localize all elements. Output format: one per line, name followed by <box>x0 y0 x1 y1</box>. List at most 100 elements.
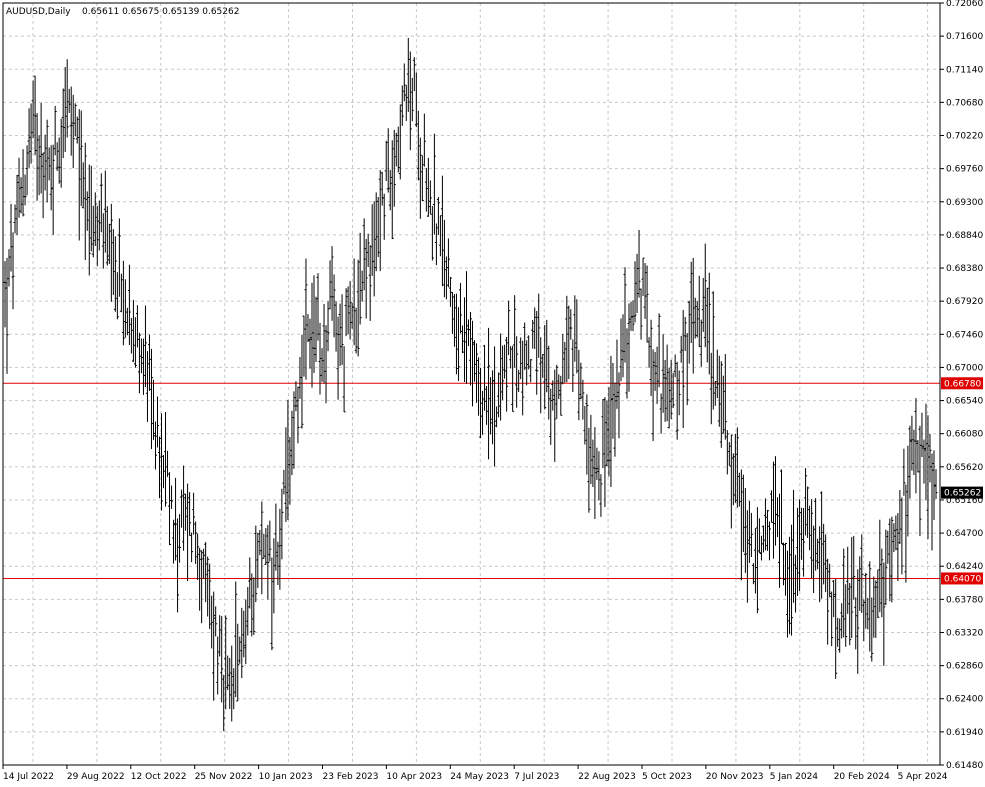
ohlc-bar <box>481 390 485 435</box>
price-chart[interactable]: 0.72060 0.71600 0.71140 0.70680 0.70220 0.697… <box>0 0 985 787</box>
ohlc-bar <box>107 223 111 264</box>
ohlc-bar <box>242 610 246 658</box>
ohlc-bar <box>117 218 121 297</box>
ohlc-bar <box>306 314 310 343</box>
ohlc-bar <box>23 174 27 206</box>
ohlc-bar <box>529 359 533 383</box>
ohlc-bar <box>687 300 691 364</box>
ohlc-bar <box>631 300 635 332</box>
ohlc-bar <box>178 514 182 563</box>
ohlc-bar <box>581 379 585 420</box>
ohlc-bar <box>196 533 200 580</box>
ohlc-bar <box>617 372 621 439</box>
ohlc-bar <box>39 102 43 194</box>
ohlc-bar <box>681 310 685 429</box>
ohlc-bar <box>499 333 503 421</box>
ohlc-bar <box>15 174 19 236</box>
ohlc-bar <box>368 244 372 321</box>
ohlc-bar <box>57 137 61 184</box>
ohlc-bar <box>386 128 390 193</box>
ohlc-bar <box>59 118 63 188</box>
ohlc-bar <box>721 375 725 434</box>
ohlc-bar <box>894 515 898 551</box>
ohlc-bar <box>83 142 87 261</box>
ohlc-bar <box>792 489 796 603</box>
y-tick-label: 0.69300 <box>946 198 983 208</box>
x-tick-label: 20 Feb 2024 <box>834 772 890 782</box>
x-tick-label: 5 Apr 2024 <box>898 772 948 782</box>
ohlc-bar <box>384 140 388 182</box>
ohlc-bar <box>298 357 302 399</box>
ohlc-bar <box>294 381 298 412</box>
ohlc-bar <box>440 175 444 287</box>
ohlc-bar <box>153 421 157 470</box>
ohlc-bar <box>705 287 709 363</box>
ohlc-bar <box>198 547 202 611</box>
ohlc-bar <box>637 229 641 298</box>
ohlc-bar <box>886 530 890 564</box>
ohlc-bar <box>555 364 559 419</box>
ohlc-bar <box>394 132 398 167</box>
ohlc-bar <box>358 232 362 325</box>
ohlc-bar <box>786 550 790 638</box>
ohlc-bar <box>657 313 661 388</box>
ohlc-bar <box>759 535 763 561</box>
ohlc-bar <box>131 299 135 362</box>
ohlc-bar <box>352 258 356 346</box>
ohlc-bar <box>872 576 876 638</box>
ohlc-bar <box>105 206 109 266</box>
ohlc-bar <box>884 529 888 606</box>
ohlc-bar <box>206 556 210 617</box>
ohlc-bar <box>667 367 671 429</box>
ohlc-bar <box>619 318 623 382</box>
ohlc-bar <box>930 453 934 551</box>
ohlc-bar <box>717 355 721 427</box>
ohlc-bar <box>679 335 683 363</box>
ohlc-bar <box>456 307 460 382</box>
ohlc-bar <box>515 336 519 408</box>
ohlc-bar <box>673 354 677 378</box>
ohlc-bar <box>691 257 695 374</box>
ohlc-bar <box>549 388 553 445</box>
ohlc-bar <box>761 525 765 553</box>
ohlc-bar <box>234 581 238 698</box>
ohlc-bar <box>75 116 79 144</box>
ohlc-bar <box>111 229 115 295</box>
ohlc-bar <box>902 448 906 496</box>
ohlc-bar <box>641 257 645 297</box>
ohlc-bar <box>324 325 328 404</box>
x-axis[interactable]: 14 Jul 2022 29 Aug 2022 12 Oct 2022 25 Nov … <box>2 765 948 782</box>
ohlc-bar <box>61 88 65 159</box>
ohlc-bar <box>248 557 252 609</box>
ohlc-bar <box>252 577 256 635</box>
ohlc-bar <box>794 554 798 613</box>
ohlc-bar <box>828 563 832 598</box>
ohlc-bar <box>354 307 358 354</box>
ohlc-bar <box>462 297 466 382</box>
ohlc-bar <box>246 587 250 636</box>
ohlc-bar <box>378 170 382 272</box>
ohlc-bar <box>565 295 569 383</box>
ohlc-bar <box>164 411 168 507</box>
ohlc-bar <box>868 561 872 652</box>
ohlc-bar <box>771 461 775 559</box>
ohlc-bar <box>796 507 800 596</box>
ohlc-bar <box>103 170 107 253</box>
y-tick-label: 0.71140 <box>946 65 983 75</box>
ohlc-bar <box>595 447 599 480</box>
ohlc-bar <box>370 204 374 276</box>
ohlc-bar <box>519 337 523 380</box>
ohlc-bar <box>244 599 248 665</box>
ohlc-bar <box>372 201 376 297</box>
ohlc-bar <box>906 445 910 537</box>
ohlc-bar <box>412 57 416 92</box>
ohlc-bar <box>577 349 581 421</box>
ohlc-bar <box>898 490 902 544</box>
ohlc-bar <box>25 145 29 196</box>
ohlc-bar <box>184 493 188 531</box>
ohlc-bar <box>757 518 761 554</box>
ohlc-bar <box>41 152 45 219</box>
x-tick-label: 7 Jul 2023 <box>514 772 559 782</box>
ohlc-bar <box>330 246 334 321</box>
ohlc-bar <box>777 493 781 588</box>
